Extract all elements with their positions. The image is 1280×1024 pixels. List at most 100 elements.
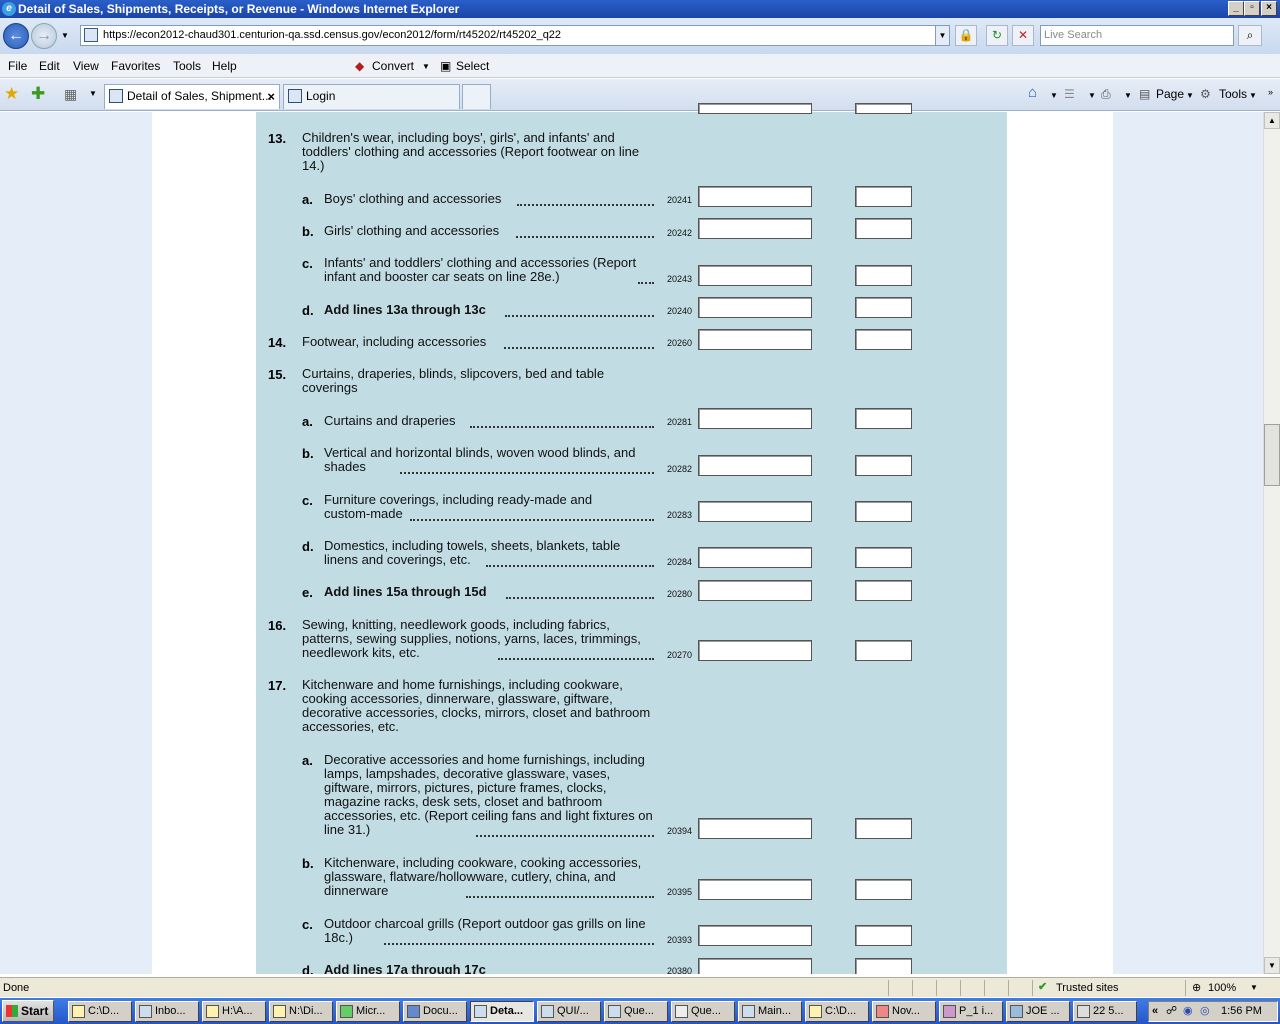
taskbar-item[interactable]: Micr...	[336, 1001, 400, 1022]
refresh-icon[interactable]: ↻	[986, 25, 1008, 46]
taskbar-item[interactable]: P_1 i...	[939, 1001, 1003, 1022]
vertical-scrollbar[interactable]: ▲ ▼	[1263, 112, 1280, 974]
feeds-dropdown-icon[interactable]: ▼	[1088, 91, 1096, 100]
page-menu-button[interactable]: Page	[1156, 87, 1184, 101]
favorites-star-icon[interactable]: ★	[4, 84, 19, 104]
menu-view[interactable]: View	[73, 59, 99, 73]
feeds-icon[interactable]: ☰	[1064, 87, 1075, 101]
zoom-dropdown-icon[interactable]: ▼	[1250, 979, 1258, 997]
percent-input-20260[interactable]	[855, 329, 912, 350]
clock[interactable]: 1:56 PM	[1221, 1002, 1262, 1021]
taskbar-item[interactable]: 22 5...	[1073, 1001, 1137, 1022]
search-input[interactable]: Live Search	[1040, 25, 1234, 46]
menu-help[interactable]: Help	[212, 59, 237, 73]
menu-edit[interactable]: Edit	[39, 59, 60, 73]
taskbar-item-active[interactable]: Deta...	[470, 1001, 534, 1022]
select-button[interactable]: Select	[456, 59, 489, 73]
taskbar-item[interactable]: Que...	[671, 1001, 735, 1022]
amount-input-20282[interactable]	[698, 455, 812, 476]
taskbar-item[interactable]: Nov...	[872, 1001, 936, 1022]
scroll-thumb[interactable]	[1264, 424, 1280, 486]
amount-input-20280[interactable]	[698, 580, 812, 601]
close-window-button[interactable]: ×	[1261, 1, 1277, 16]
start-button[interactable]: Start	[2, 1000, 54, 1022]
lock-icon[interactable]: 🔒	[955, 25, 977, 46]
page-dropdown-icon[interactable]: ▼	[1186, 91, 1194, 100]
amount-input-partial[interactable]	[698, 103, 812, 114]
tab-list-dropdown-icon[interactable]: ▼	[89, 89, 97, 98]
percent-input-partial[interactable]	[855, 103, 912, 114]
percent-input-20281[interactable]	[855, 408, 912, 429]
percent-input-20240[interactable]	[855, 297, 912, 318]
amount-input-20380[interactable]	[698, 958, 812, 974]
new-tab-button[interactable]	[462, 84, 491, 109]
scroll-up-arrow-icon[interactable]: ▲	[1264, 112, 1280, 129]
amount-input-20241[interactable]	[698, 186, 812, 207]
percent-input-20380[interactable]	[855, 958, 912, 974]
address-input[interactable]: https://econ2012-chaud301.centurion-qa.s…	[80, 25, 950, 46]
tools-menu-button[interactable]: Tools	[1219, 87, 1247, 101]
menu-favorites[interactable]: Favorites	[111, 59, 160, 73]
amount-input-20394[interactable]	[698, 818, 812, 839]
taskbar-item[interactable]: Que...	[604, 1001, 668, 1022]
amount-input-20243[interactable]	[698, 265, 812, 286]
taskbar-item[interactable]: H:\A...	[202, 1001, 266, 1022]
print-dropdown-icon[interactable]: ▼	[1124, 91, 1132, 100]
amount-input-20242[interactable]	[698, 218, 812, 239]
percent-input-20284[interactable]	[855, 547, 912, 568]
tray-expand-icon[interactable]: «	[1152, 1002, 1158, 1021]
minimize-button[interactable]: _	[1228, 1, 1244, 16]
history-dropdown-icon[interactable]: ▼	[61, 31, 69, 40]
tray-network-icon[interactable]: ☍	[1166, 1002, 1177, 1021]
quick-tabs-icon[interactable]: ▦	[64, 86, 77, 103]
menu-file[interactable]: File	[8, 59, 27, 73]
amount-input-20240[interactable]	[698, 297, 812, 318]
percent-input-20270[interactable]	[855, 640, 912, 661]
amount-input-20281[interactable]	[698, 408, 812, 429]
chevron-more-icon[interactable]: »	[1268, 87, 1273, 97]
percent-input-20283[interactable]	[855, 501, 912, 522]
amount-input-20393[interactable]	[698, 925, 812, 946]
percent-input-20243[interactable]	[855, 265, 912, 286]
address-dropdown-icon[interactable]: ▼	[935, 26, 949, 45]
taskbar-item[interactable]: QUI/...	[537, 1001, 601, 1022]
restore-button[interactable]: ▫	[1244, 1, 1260, 16]
percent-input-20395[interactable]	[855, 879, 912, 900]
taskbar-item[interactable]: C:\D...	[805, 1001, 869, 1022]
stop-icon[interactable]: ✕	[1012, 25, 1034, 46]
print-icon[interactable]: ⎙	[1101, 87, 1111, 102]
amount-input-20260[interactable]	[698, 329, 812, 350]
tools-dropdown-icon[interactable]: ▼	[1249, 91, 1257, 100]
home-dropdown-icon[interactable]: ▼	[1050, 91, 1058, 100]
amount-input-20270[interactable]	[698, 640, 812, 661]
menu-tools[interactable]: Tools	[173, 59, 201, 73]
taskbar-item[interactable]: JOE ...	[1006, 1001, 1070, 1022]
taskbar-item[interactable]: Inbo...	[135, 1001, 199, 1022]
home-icon[interactable]: ⌂	[1028, 84, 1037, 101]
percent-input-20280[interactable]	[855, 580, 912, 601]
taskbar-item[interactable]: Main...	[738, 1001, 802, 1022]
amount-input-20284[interactable]	[698, 547, 812, 568]
amount-input-20283[interactable]	[698, 501, 812, 522]
add-favorite-icon[interactable]: ✚	[31, 84, 45, 104]
percent-input-20242[interactable]	[855, 218, 912, 239]
back-button[interactable]: ←	[3, 23, 29, 49]
zoom-level[interactable]: 100%	[1208, 979, 1236, 997]
taskbar-item[interactable]: N:\Di...	[269, 1001, 333, 1022]
percent-input-20393[interactable]	[855, 925, 912, 946]
tray-shield-icon[interactable]: ◉	[1183, 1002, 1193, 1021]
tab-login[interactable]: Login	[283, 84, 460, 109]
forward-button[interactable]: →	[31, 23, 57, 49]
percent-input-20282[interactable]	[855, 455, 912, 476]
tab-detail-of-sales[interactable]: Detail of Sales, Shipment... ×	[104, 84, 280, 109]
percent-input-20394[interactable]	[855, 818, 912, 839]
convert-button[interactable]: Convert	[372, 59, 414, 73]
tray-monitor-icon[interactable]: ◎	[1200, 1002, 1210, 1021]
convert-dropdown-icon[interactable]: ▼	[422, 62, 430, 71]
percent-input-20241[interactable]	[855, 186, 912, 207]
taskbar-item[interactable]: Docu...	[403, 1001, 467, 1022]
search-icon[interactable]: ⌕	[1238, 25, 1262, 46]
scroll-down-arrow-icon[interactable]: ▼	[1264, 957, 1280, 974]
amount-input-20395[interactable]	[698, 879, 812, 900]
taskbar-item[interactable]: C:\D...	[68, 1001, 132, 1022]
